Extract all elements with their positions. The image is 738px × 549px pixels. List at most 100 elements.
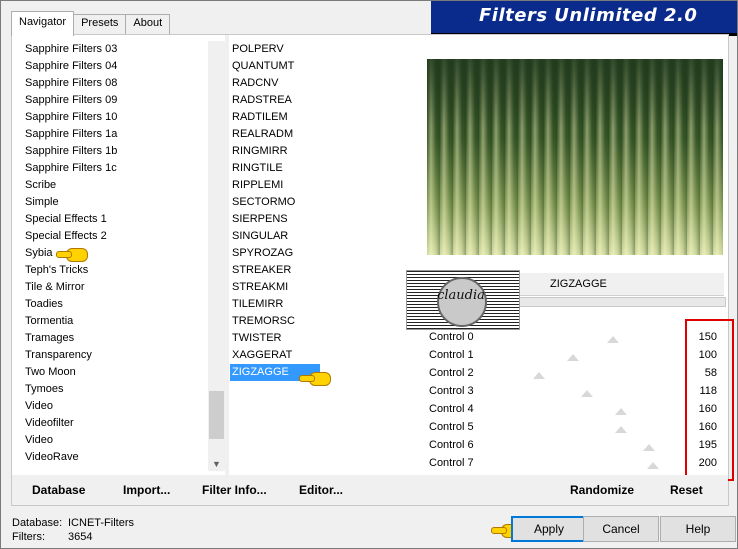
category-item[interactable]: Sapphire Filters 1c	[23, 160, 201, 177]
category-item[interactable]: Sybia	[23, 245, 201, 262]
randomize-button[interactable]: Randomize	[570, 479, 634, 501]
filter-item[interactable]: STREAKMI	[230, 279, 320, 296]
reset-button[interactable]: Reset	[670, 479, 703, 501]
scrollbar-thumb[interactable]	[209, 391, 224, 439]
database-button[interactable]: Database	[32, 479, 85, 501]
slider-thumb-icon[interactable]	[615, 426, 627, 433]
slider-thumb-icon[interactable]	[647, 462, 659, 469]
filter-item[interactable]: SECTORMO	[230, 194, 320, 211]
filter-item[interactable]: POLPERV	[230, 41, 320, 58]
control-slider[interactable]	[487, 346, 697, 364]
filter-item[interactable]: RADSTREA	[230, 92, 320, 109]
category-item[interactable]: Tramages	[23, 330, 201, 347]
filter-item[interactable]: TREMORSC	[230, 313, 320, 330]
category-scrollbar[interactable]: ▼	[208, 41, 225, 471]
category-list[interactable]: Sapphire Filters 03 Sapphire Filters 04 Sa…	[23, 41, 201, 477]
filter-item[interactable]: RADCNV	[230, 75, 320, 92]
category-item[interactable]: Toadies	[23, 296, 201, 313]
control-slider[interactable]	[487, 418, 697, 436]
category-item[interactable]: Video	[23, 398, 201, 415]
filter-name-bar	[518, 297, 726, 307]
control-label: Control 3	[429, 385, 474, 397]
control-label: Control 1	[429, 349, 474, 361]
filter-item[interactable]: RINGMIRR	[230, 143, 320, 160]
category-item[interactable]: Special Effects 1	[23, 211, 201, 228]
category-item[interactable]: Two Moon	[23, 364, 201, 381]
navigator-panel: Sapphire Filters 03 Sapphire Filters 04 Sa…	[11, 34, 734, 506]
help-button[interactable]: Help	[660, 516, 736, 542]
category-item[interactable]: Tile & Mirror	[23, 279, 201, 296]
category-item[interactable]: Teph's Tricks	[23, 262, 201, 279]
filter-info-button[interactable]: Filter Info...	[202, 479, 267, 501]
slider-thumb-icon[interactable]	[581, 390, 593, 397]
apply-button[interactable]: Apply	[511, 516, 587, 542]
slider-thumb-icon[interactable]	[615, 408, 627, 415]
filters-unlimited-dialog: Navigator Presets About Filters Unlimite…	[0, 0, 738, 549]
banner: Filters Unlimited 2.0	[431, 1, 737, 36]
filter-item[interactable]: RIPPLEMI	[230, 177, 320, 194]
category-item[interactable]: Video	[23, 432, 201, 449]
slider-thumb-icon[interactable]	[533, 372, 545, 379]
tab-navigator[interactable]: Navigator	[11, 11, 75, 36]
category-item[interactable]: Scribe	[23, 177, 201, 194]
filter-item[interactable]: SPYROZAG	[230, 245, 320, 262]
category-item[interactable]: Tymoes	[23, 381, 201, 398]
category-item[interactable]: Special Effects 2	[23, 228, 201, 245]
preview-shading	[427, 59, 723, 255]
control-row: Control 0 150	[427, 328, 723, 346]
control-slider[interactable]	[487, 436, 697, 454]
tab-presets[interactable]: Presets	[73, 14, 127, 34]
tab-about[interactable]: About	[125, 14, 171, 34]
slider-thumb-icon[interactable]	[567, 354, 579, 361]
control-slider[interactable]	[487, 382, 697, 400]
control-row: Control 4 160	[427, 400, 723, 418]
watermark-text: claudia	[437, 288, 485, 303]
category-item[interactable]: Sapphire Filters 1a	[23, 126, 201, 143]
filter-item[interactable]: QUANTUMT	[230, 58, 320, 75]
editor-button[interactable]: Editor...	[299, 479, 343, 501]
control-slider[interactable]	[487, 364, 697, 382]
filter-item[interactable]: REALRADM	[230, 126, 320, 143]
filter-item[interactable]: RADTILEM	[230, 109, 320, 126]
import-button[interactable]: Import...	[123, 479, 170, 501]
category-item[interactable]: Sapphire Filters 08	[23, 75, 201, 92]
category-item[interactable]: Sapphire Filters 1b	[23, 143, 201, 160]
filter-item[interactable]: SIERPENS	[230, 211, 320, 228]
category-item[interactable]: Transparency	[23, 347, 201, 364]
database-status-label: Database:	[12, 517, 63, 529]
control-row: Control 5 160	[427, 418, 723, 436]
filter-item[interactable]: SINGULAR	[230, 228, 320, 245]
category-item[interactable]: Sapphire Filters 03	[23, 41, 201, 58]
filter-item[interactable]: TWISTER	[230, 330, 320, 347]
category-item[interactable]: Sapphire Filters 04	[23, 58, 201, 75]
category-item[interactable]: Sapphire Filters 10	[23, 109, 201, 126]
category-item[interactable]: Simple	[23, 194, 201, 211]
control-row: Control 2 58	[427, 364, 723, 382]
cancel-button[interactable]: Cancel	[583, 516, 659, 542]
category-item[interactable]: Tormentia	[23, 313, 201, 330]
filter-item[interactable]: STREAKER	[230, 262, 320, 279]
controls-area: Control 0 150 Control 1 100 Control 2 58 Contr…	[427, 328, 723, 472]
control-slider[interactable]	[487, 454, 697, 472]
slider-thumb-icon[interactable]	[607, 336, 619, 343]
control-slider[interactable]	[487, 328, 697, 346]
control-label: Control 5	[429, 421, 474, 433]
filter-list[interactable]: POLPERV QUANTUMT RADCNV RADSTREA RADTILEM REA…	[230, 41, 420, 477]
control-row: Control 7 200	[427, 454, 723, 472]
status-area: Database: ICNET-Filters Filters: 3654	[12, 516, 134, 544]
control-slider[interactable]	[487, 400, 697, 418]
filter-item[interactable]: XAGGERAT	[230, 347, 320, 364]
category-item[interactable]: Sapphire Filters 09	[23, 92, 201, 109]
scroll-down-arrow-icon[interactable]: ▼	[212, 459, 221, 469]
category-item[interactable]: VideoRave	[23, 449, 201, 466]
control-label: Control 0	[429, 331, 474, 343]
category-item[interactable]: Videofilter	[23, 415, 201, 432]
filter-item[interactable]: RINGTILE	[230, 160, 320, 177]
filter-name-field: ZIGZAGGE	[518, 273, 724, 296]
control-row: Control 1 100	[427, 346, 723, 364]
filter-item[interactable]: TILEMIRR	[230, 296, 320, 313]
pointing-hand-icon	[56, 247, 88, 262]
slider-thumb-icon[interactable]	[643, 444, 655, 451]
values-highlight-box	[685, 319, 734, 481]
control-label: Control 7	[429, 457, 474, 469]
